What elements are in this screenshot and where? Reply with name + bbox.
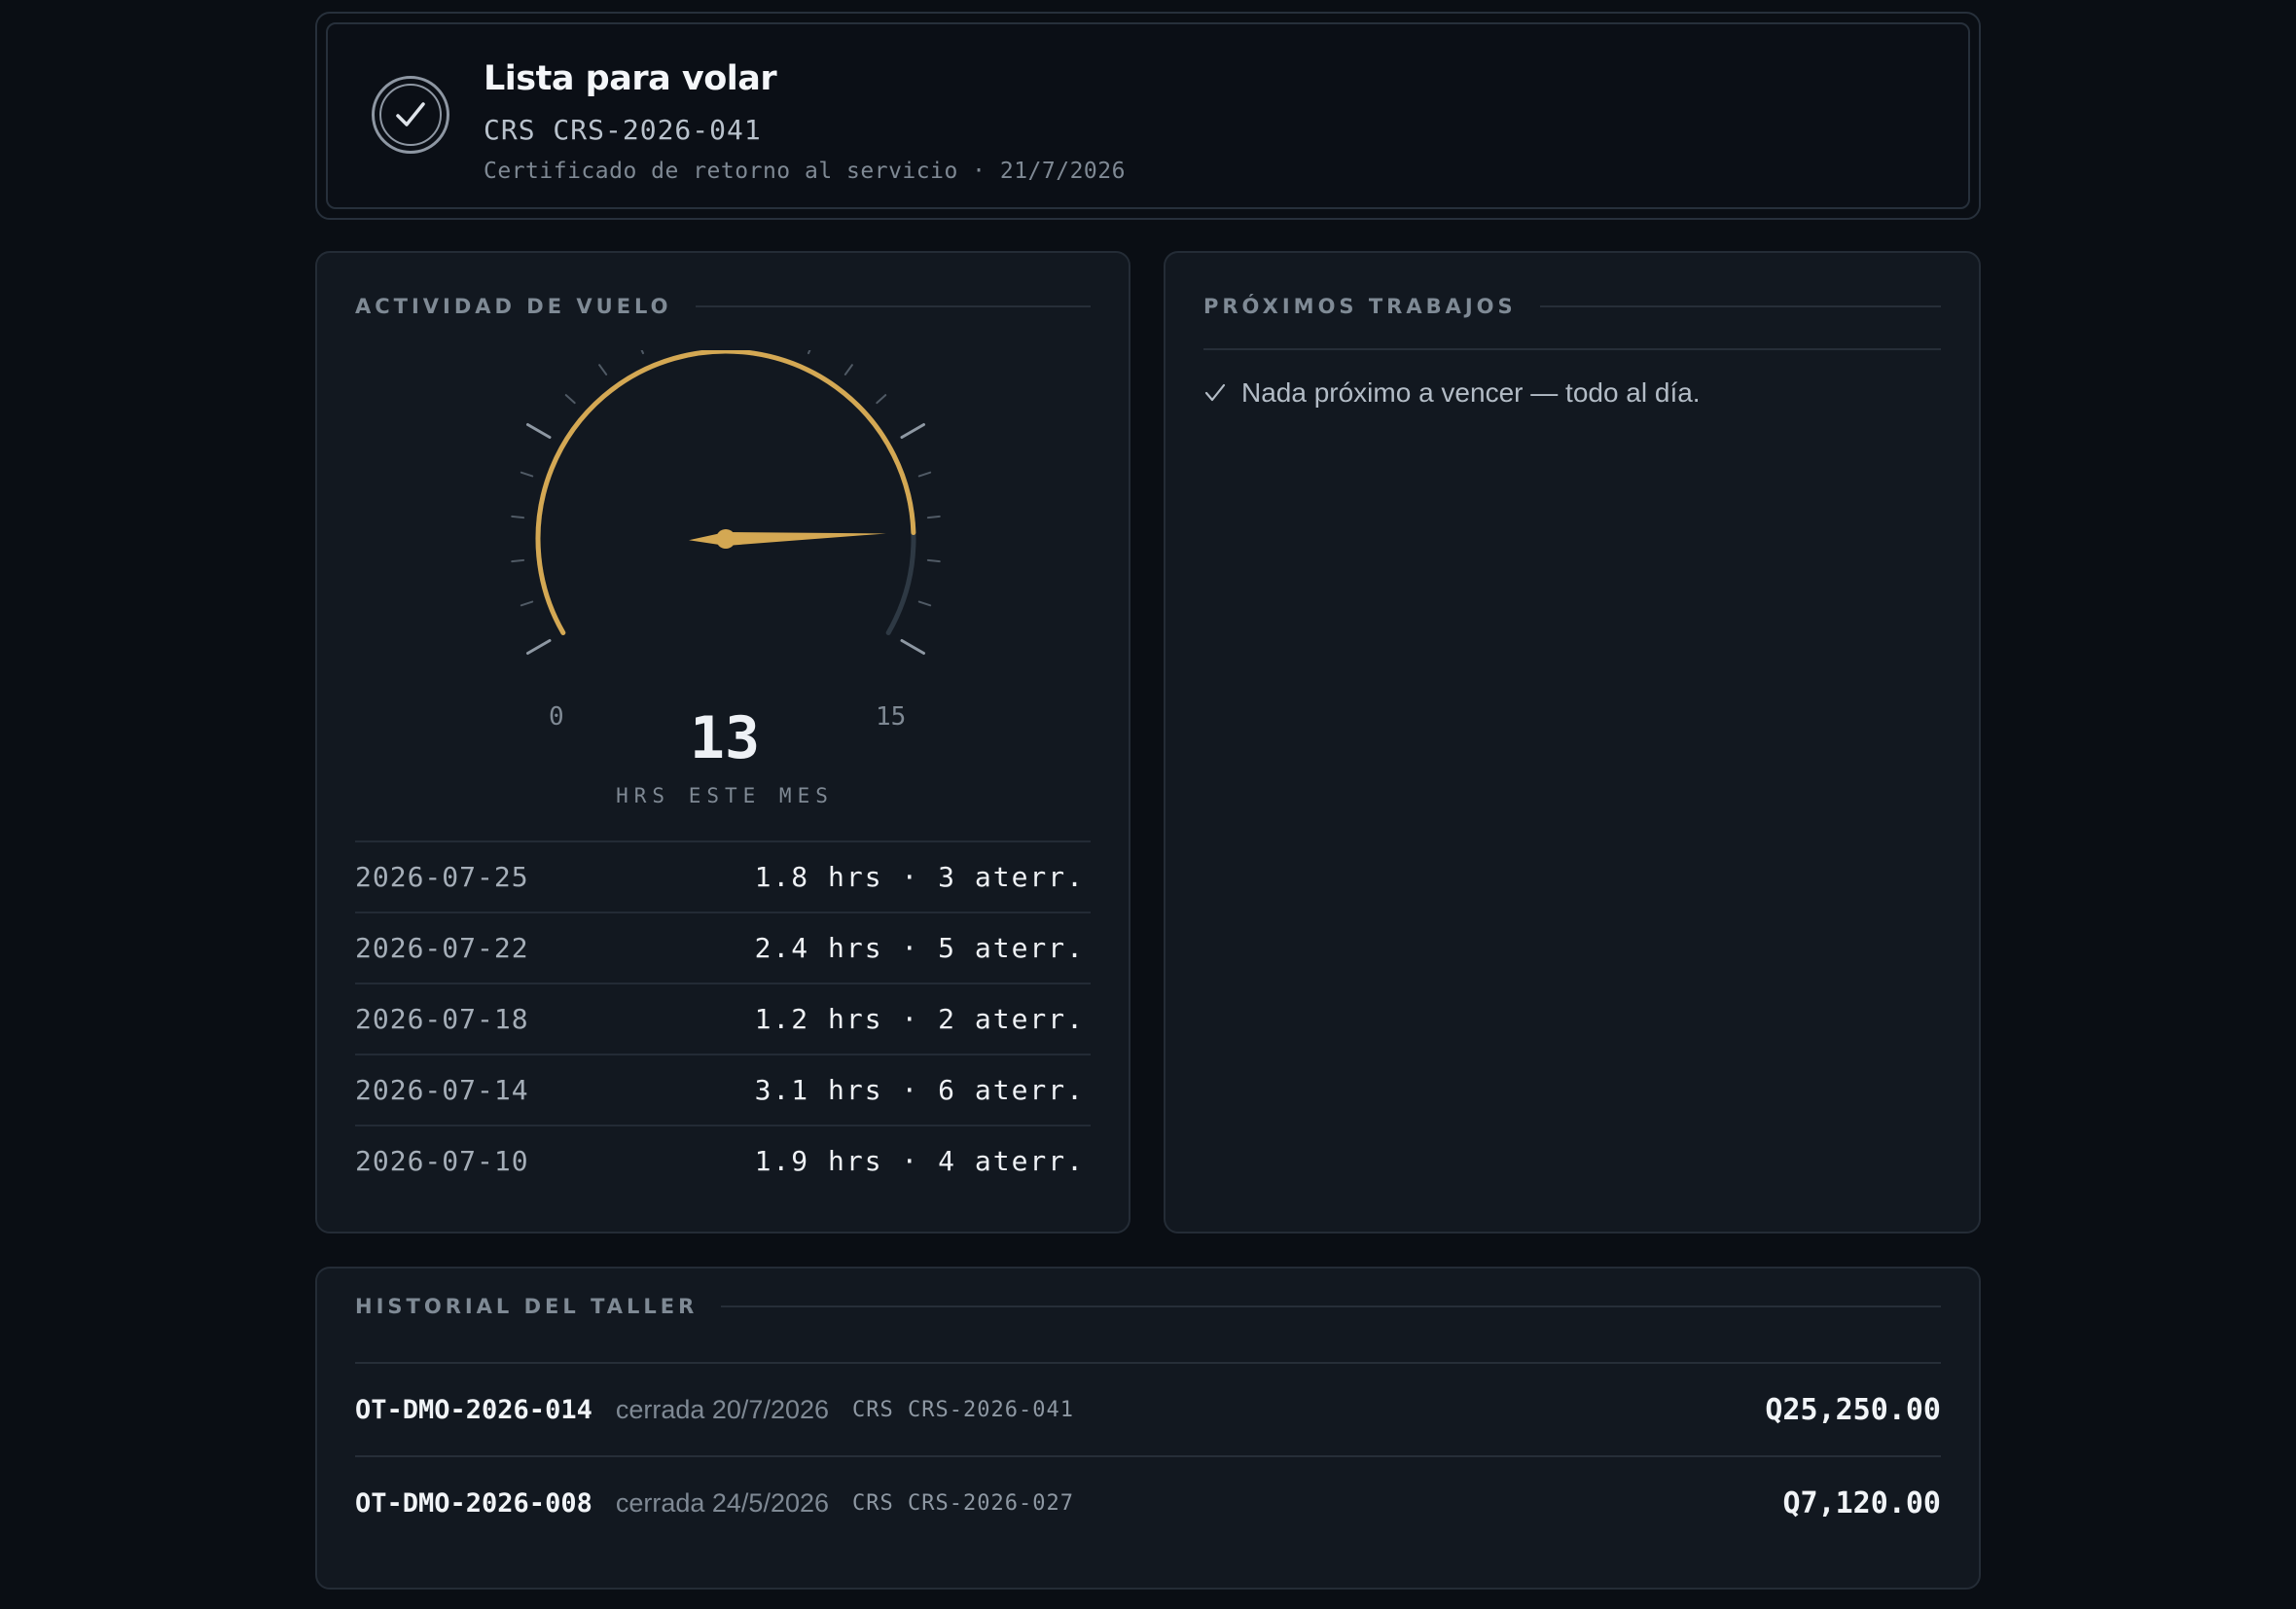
flight-hours-landings: 1.9 hrs · 4 aterr. — [754, 1145, 1085, 1177]
work-order-closed-date: cerrada 24/5/2026 — [615, 1487, 830, 1518]
flight-date: 2026-07-14 — [355, 1074, 529, 1106]
flight-hours-gauge — [511, 350, 941, 655]
flight-hours-landings: 1.8 hrs · 3 aterr. — [754, 861, 1085, 893]
flight-date: 2026-07-22 — [355, 932, 529, 964]
gauge-minor-tick — [807, 350, 811, 355]
flight-log-row: 2026-07-25 1.8 hrs · 3 aterr. — [355, 840, 1091, 912]
flight-activity-header: ACTIVIDAD DE VUELO — [355, 292, 1091, 321]
work-order-amount: Q25,250.00 — [1765, 1392, 1941, 1427]
work-order-amount: Q7,120.00 — [1782, 1485, 1941, 1520]
gauge-needle-hub — [716, 529, 735, 549]
gauge-minor-tick — [520, 471, 534, 478]
work-order-row[interactable]: OT-DMO-2026-008 cerrada 24/5/2026 CRS CR… — [355, 1455, 1941, 1549]
status-title: Lista para volar — [484, 59, 777, 98]
gauge-minor-tick — [843, 364, 853, 375]
upcoming-work-heading: PRÓXIMOS TRABAJOS — [1203, 295, 1517, 318]
work-order-id[interactable]: OT-DMO-2026-014 — [355, 1395, 592, 1425]
check-icon — [1204, 383, 1226, 402]
gauge-minor-tick — [520, 600, 534, 607]
status-crs-number: CRS CRS-2026-041 — [484, 114, 762, 146]
flight-date: 2026-07-10 — [355, 1145, 529, 1177]
flight-activity-heading: ACTIVIDAD DE VUELO — [355, 295, 672, 318]
airworthiness-status-card: Lista para volar CRS CRS-2026-041 Certif… — [315, 12, 1981, 220]
header-divider — [695, 305, 1091, 307]
gauge-value-arc — [535, 350, 916, 635]
gauge-major-tick — [900, 423, 926, 439]
gauge-minor-tick — [917, 471, 932, 478]
gauge-minor-tick — [511, 515, 525, 519]
gauge-major-tick — [525, 423, 552, 439]
flight-log-row: 2026-07-22 2.4 hrs · 5 aterr. — [355, 912, 1091, 983]
header-divider — [721, 1305, 1941, 1307]
flight-date: 2026-07-25 — [355, 861, 529, 893]
flight-date: 2026-07-18 — [355, 1003, 529, 1035]
gauge-value: 13 — [689, 704, 761, 772]
flight-hours-landings: 3.1 hrs · 6 aterr. — [754, 1074, 1085, 1106]
status-subtitle: Certificado de retorno al servicio · 21/… — [484, 159, 1126, 184]
gauge-track — [535, 350, 916, 635]
work-order-crs: CRS CRS-2026-027 — [852, 1490, 1074, 1516]
header-divider — [1539, 305, 1941, 307]
upcoming-empty-message: Nada próximo a vencer — todo al día. — [1241, 377, 1701, 408]
flight-hours-landings: 2.4 hrs · 5 aterr. — [754, 932, 1085, 964]
gauge-minor-tick — [564, 394, 576, 405]
gauge-minor-tick — [876, 394, 887, 405]
gauge-minor-tick — [598, 364, 608, 375]
status-card-inner: Lista para volar CRS CRS-2026-041 Certif… — [326, 22, 1970, 209]
flight-log-row: 2026-07-14 3.1 hrs · 6 aterr. — [355, 1054, 1091, 1125]
gauge-minor-tick — [926, 515, 941, 519]
workshop-history-panel: HISTORIAL DEL TALLER OT-DMO-2026-014 cer… — [315, 1267, 1981, 1590]
flight-log-row: 2026-07-18 1.2 hrs · 2 aterr. — [355, 983, 1091, 1054]
gauge-unit-label: HRS ESTE MES — [616, 784, 834, 807]
gauge-minor-tick — [511, 558, 525, 563]
flight-log-row: 2026-07-10 1.9 hrs · 4 aterr. — [355, 1125, 1091, 1196]
work-order-list: OT-DMO-2026-014 cerrada 20/7/2026 CRS CR… — [355, 1362, 1941, 1549]
workshop-history-header: HISTORIAL DEL TALLER — [355, 1292, 1941, 1321]
gauge-major-tick — [525, 639, 552, 655]
gauge-minor-tick — [926, 558, 941, 563]
workshop-history-heading: HISTORIAL DEL TALLER — [355, 1295, 699, 1318]
upcoming-work-header: PRÓXIMOS TRABAJOS — [1203, 292, 1941, 321]
upcoming-empty-state: Nada próximo a vencer — todo al día. — [1204, 377, 1701, 409]
work-order-id[interactable]: OT-DMO-2026-008 — [355, 1488, 592, 1519]
work-order-crs: CRS CRS-2026-041 — [852, 1397, 1074, 1422]
gauge-minor-tick — [640, 350, 644, 355]
flight-activity-panel: ACTIVIDAD DE VUELO 0 15 13 HRS ESTE MES … — [315, 251, 1130, 1234]
check-circle-icon — [372, 76, 449, 154]
gauge-minor-tick — [917, 600, 932, 607]
work-order-row[interactable]: OT-DMO-2026-014 cerrada 20/7/2026 CRS CR… — [355, 1362, 1941, 1455]
flight-hours-landings: 1.2 hrs · 2 aterr. — [754, 1003, 1085, 1035]
upcoming-work-panel: PRÓXIMOS TRABAJOS Nada próximo a vencer … — [1164, 251, 1981, 1234]
gauge-major-tick — [900, 639, 926, 655]
work-order-closed-date: cerrada 20/7/2026 — [615, 1394, 830, 1424]
upcoming-divider — [1203, 348, 1941, 350]
flight-log-list: 2026-07-25 1.8 hrs · 3 aterr. 2026-07-22… — [355, 840, 1091, 1196]
